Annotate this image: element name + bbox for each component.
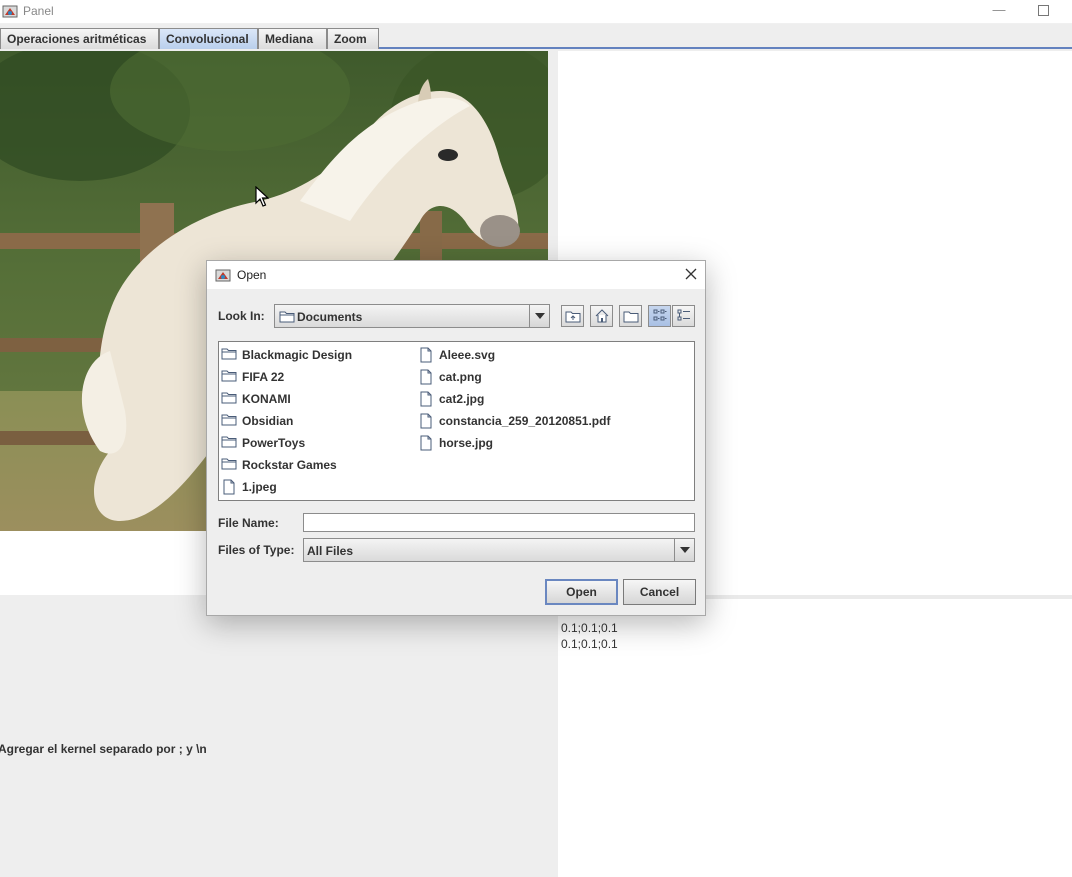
- list-item-file[interactable]: cat.png: [418, 367, 688, 385]
- folder-icon: [221, 436, 237, 448]
- list-item-folder[interactable]: FIFA 22: [221, 367, 411, 385]
- file-name: KONAMI: [242, 392, 291, 406]
- list-item-folder[interactable]: KONAMI: [221, 389, 411, 407]
- open-button[interactable]: Open: [545, 579, 618, 605]
- folder-icon: [221, 458, 237, 470]
- up-one-level-icon: [565, 311, 581, 323]
- list-item-file[interactable]: 1.jpeg: [221, 477, 411, 495]
- cancel-button[interactable]: Cancel: [623, 579, 696, 605]
- file-name: Rockstar Games: [242, 458, 337, 472]
- up-one-level-button[interactable]: [561, 305, 584, 327]
- look-in-label: Look In:: [218, 309, 265, 323]
- minimize-icon[interactable]: —: [990, 2, 1008, 20]
- file-name: cat.png: [439, 370, 482, 384]
- list-item-file[interactable]: constancia_259_20120851.pdf: [418, 411, 688, 429]
- file-icon: [223, 479, 235, 495]
- kernel-textarea[interactable]: 0.1;0.1;0.1 0.1;0.1;0.1: [558, 599, 1072, 877]
- file-name: PowerToys: [242, 436, 306, 450]
- file-name: constancia_259_20120851.pdf: [439, 414, 611, 428]
- files-of-type-label: Files of Type:: [218, 543, 295, 557]
- list-item-file[interactable]: cat2.jpg: [418, 389, 688, 407]
- home-icon: [595, 309, 609, 323]
- new-folder-button[interactable]: [619, 305, 642, 327]
- open-file-dialog: Open Look In: Documents Blackmagic Desig…: [206, 260, 706, 616]
- dialog-title: Open: [237, 268, 267, 282]
- chevron-down-icon[interactable]: [674, 539, 694, 561]
- list-view-button[interactable]: [648, 305, 671, 327]
- tab-operaciones-aritmeticas[interactable]: Operaciones aritméticas: [0, 28, 159, 49]
- tab-zoom[interactable]: Zoom: [327, 28, 379, 49]
- file-list[interactable]: Blackmagic Design FIFA 22 KONAMI Obsidia…: [218, 341, 695, 501]
- file-name: Obsidian: [242, 414, 294, 428]
- tab-strip: Operaciones aritméticas Convolucional Me…: [0, 26, 1072, 49]
- file-icon: [420, 369, 432, 385]
- file-name: Aleee.svg: [439, 348, 496, 362]
- list-item-folder[interactable]: PowerToys: [221, 433, 411, 451]
- list-item-folder[interactable]: Blackmagic Design: [221, 345, 411, 363]
- list-item-folder[interactable]: Obsidian: [221, 411, 411, 429]
- list-item-file[interactable]: Aleee.svg: [418, 345, 688, 363]
- dialog-titlebar: Open: [207, 261, 705, 289]
- file-name-label: File Name:: [218, 516, 279, 530]
- list-item-folder[interactable]: Rockstar Games: [221, 455, 411, 473]
- file-name-field[interactable]: [303, 513, 695, 532]
- tab-convolucional[interactable]: Convolucional: [159, 28, 258, 49]
- look-in-value: Documents: [297, 310, 363, 324]
- tab-mediana[interactable]: Mediana: [258, 28, 327, 49]
- file-name: Blackmagic Design: [242, 348, 353, 362]
- chevron-down-icon[interactable]: [529, 305, 549, 327]
- list-item-file[interactable]: horse.jpg: [418, 433, 688, 451]
- kernel-instructions-label: Agregar el kernel separado por ; y \n: [0, 742, 207, 756]
- java-app-icon: [215, 269, 231, 282]
- file-icon: [420, 391, 432, 407]
- file-name: 1.jpeg: [242, 480, 277, 494]
- file-name: cat2.jpg: [439, 392, 485, 406]
- file-icon: [420, 435, 432, 451]
- java-app-icon: [2, 5, 18, 18]
- folder-icon: [279, 311, 295, 323]
- look-in-combo[interactable]: Documents: [274, 304, 550, 328]
- home-button[interactable]: [590, 305, 613, 327]
- folder-icon: [221, 414, 237, 426]
- kernel-row: 0.1;0.1;0.1: [561, 621, 618, 635]
- file-name: horse.jpg: [439, 436, 494, 450]
- details-view-button[interactable]: [672, 305, 695, 327]
- new-folder-icon: [623, 311, 639, 323]
- list-view-icon: [653, 309, 667, 321]
- folder-icon: [221, 370, 237, 382]
- details-view-icon: [677, 309, 690, 321]
- folder-icon: [221, 392, 237, 404]
- file-icon: [420, 347, 432, 363]
- files-of-type-combo[interactable]: All Files: [303, 538, 695, 562]
- maximize-icon[interactable]: [1035, 2, 1053, 20]
- file-icon: [420, 413, 432, 429]
- window-title: Panel: [23, 4, 54, 18]
- file-name: FIFA 22: [242, 370, 285, 384]
- window-titlebar: Panel —: [0, 0, 1072, 24]
- files-of-type-value: All Files: [307, 544, 354, 558]
- close-icon[interactable]: [683, 266, 699, 282]
- folder-icon: [221, 348, 237, 360]
- mouse-pointer-icon: [255, 186, 269, 207]
- kernel-row: 0.1;0.1;0.1: [561, 637, 618, 651]
